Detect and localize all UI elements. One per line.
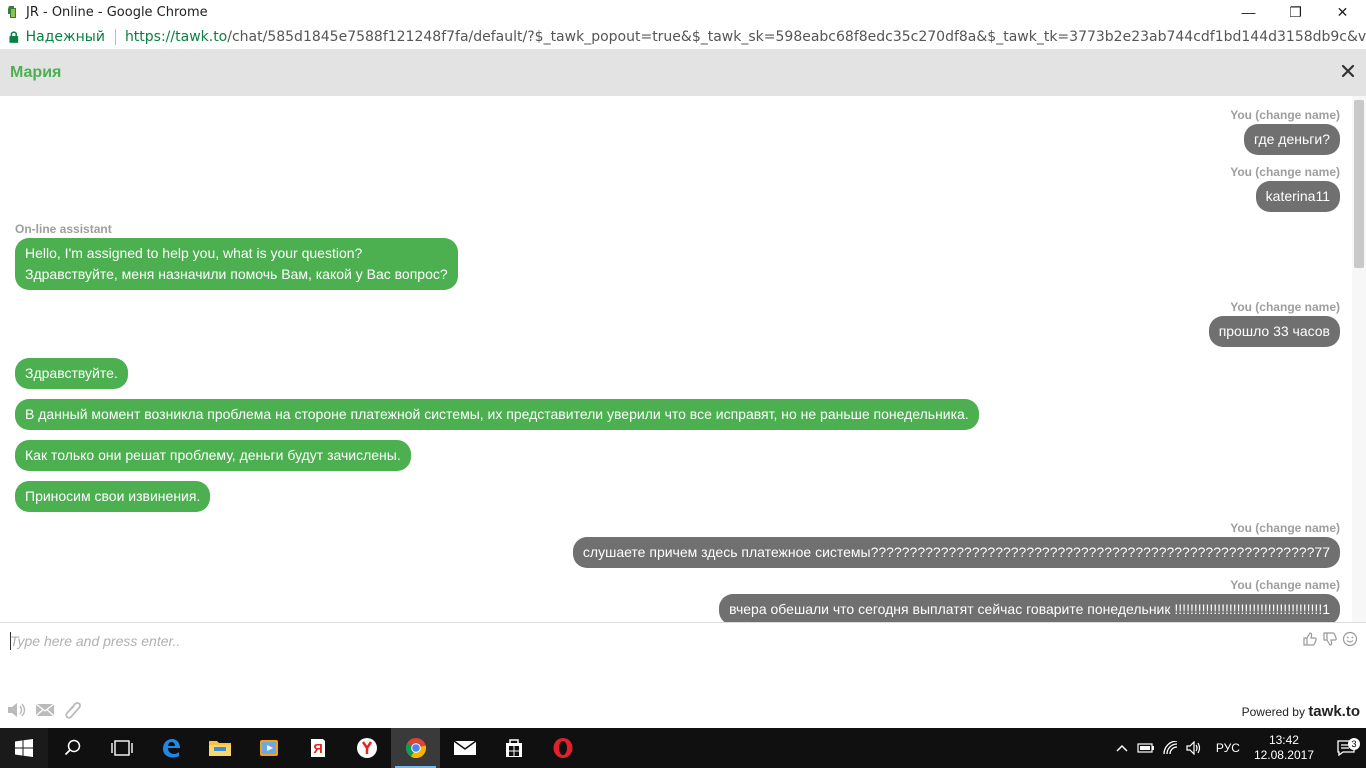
maximize-button[interactable]: ❐	[1272, 0, 1319, 24]
taskbar-edge[interactable]	[146, 728, 195, 768]
taskbar-yandex[interactable]: Я	[293, 728, 342, 768]
message-sender[interactable]: You (change name)	[1230, 108, 1340, 122]
powered-brand: tawk.to	[1308, 703, 1360, 720]
clock[interactable]: 13:42 12.08.2017	[1254, 733, 1314, 763]
clock-time: 13:42	[1268, 733, 1299, 747]
message-agent: Здравствуйте.	[15, 358, 128, 389]
secure-label[interactable]: Надежный	[26, 29, 105, 45]
message-agent: В данный момент возникла проблема на сто…	[15, 399, 979, 430]
message-input-area[interactable]: Type here and press enter.. Powered by t…	[0, 622, 1366, 728]
message-sender[interactable]: You (change name)	[719, 578, 1340, 592]
address-bar[interactable]: Надежный https://tawk.to/chat/585d1845e7…	[0, 24, 1366, 50]
emoji-icon[interactable]	[1342, 631, 1358, 647]
input-language[interactable]: РУС	[1216, 741, 1240, 755]
message-bubble: Hello, I'm assigned to help you, what is…	[15, 238, 458, 290]
task-view-icon	[110, 740, 133, 756]
email-transcript-icon[interactable]	[34, 700, 56, 720]
chat-header: Мария	[0, 50, 1366, 96]
window-controls: — ❐ ✕	[1225, 0, 1366, 24]
window-titlebar: JR - Online - Google Chrome — ❐ ✕	[0, 0, 1366, 24]
url-text[interactable]: https://tawk.to/chat/585d1845e7588f12124…	[125, 29, 1366, 45]
svg-text:Я: Я	[313, 741, 322, 756]
chat-tools	[6, 700, 84, 720]
address-separator	[114, 28, 116, 45]
message-visitor: You (change name) где деньги?	[1230, 108, 1340, 155]
edge-icon	[162, 739, 180, 758]
message-sender[interactable]: You (change name)	[1209, 300, 1340, 314]
store-icon	[505, 739, 522, 757]
taskbar-chrome[interactable]	[391, 728, 440, 768]
message-bubble: katerina11	[1255, 181, 1340, 212]
message-bubble: Здравствуйте.	[15, 358, 128, 389]
message-input[interactable]: Type here and press enter..	[10, 633, 180, 649]
volume-icon[interactable]	[1182, 741, 1206, 755]
message-bubble: где деньги?	[1243, 124, 1340, 155]
message-bubble: Приносим свои извинения.	[15, 481, 211, 512]
powered-by[interactable]: Powered by tawk.to	[1242, 703, 1360, 720]
message-line: Hello, I'm assigned to help you, what is…	[25, 245, 363, 261]
yandex-browser-icon	[356, 738, 377, 758]
message-sender[interactable]: You (change name)	[1230, 165, 1340, 179]
sound-icon[interactable]	[6, 700, 28, 720]
close-chat-icon[interactable]	[1340, 63, 1356, 79]
taskbar-explorer[interactable]	[195, 728, 244, 768]
close-window-button[interactable]: ✕	[1319, 0, 1366, 24]
system-tray: РУС 13:42 12.08.2017 3	[1110, 728, 1366, 768]
taskbar-yandex-browser[interactable]	[342, 728, 391, 768]
message-agent: Как только они решат проблему, деньги бу…	[15, 440, 411, 471]
message-bubble: прошло 33 часов	[1208, 316, 1340, 347]
tray-expand-icon[interactable]	[1110, 744, 1134, 752]
message-visitor: You (change name) вчера обешали что сего…	[719, 578, 1340, 622]
message-line: Здравствуйте, меня назначили помочь Вам,…	[25, 266, 448, 282]
window-title: JR - Online - Google Chrome	[26, 4, 208, 20]
clock-date: 12.08.2017	[1253, 748, 1314, 762]
mail-icon	[453, 740, 476, 755]
message-bubble: слушаете причем здесь платежное системы?…	[572, 537, 1340, 568]
powered-prefix: Powered by	[1241, 705, 1305, 719]
attach-file-icon[interactable]	[62, 700, 84, 720]
yandex-icon: Я	[310, 739, 325, 757]
message-sender[interactable]: You (change name)	[573, 521, 1340, 535]
rating-icons	[1302, 631, 1358, 647]
message-agent: On-line assistant Hello, I'm assigned to…	[15, 222, 458, 290]
chrome-icon	[405, 738, 426, 759]
wifi-icon[interactable]	[1158, 741, 1182, 755]
message-bubble: вчера обешали что сегодня выплатят сейча…	[719, 594, 1340, 622]
message-bubble: В данный момент возникла проблема на сто…	[15, 399, 979, 430]
battery-icon[interactable]	[1134, 743, 1158, 753]
start-button[interactable]	[0, 728, 48, 768]
action-center-button[interactable]: 3	[1326, 738, 1366, 756]
taskbar: Я РУС 13:42 12.08.2017 3	[0, 728, 1366, 768]
notification-count-badge: 3	[1348, 738, 1360, 750]
taskbar-media-player[interactable]	[244, 728, 293, 768]
taskbar-store[interactable]	[489, 728, 538, 768]
windows-logo-icon	[15, 739, 33, 757]
message-agent: Приносим свои извинения.	[15, 481, 211, 512]
thumbs-up-icon[interactable]	[1302, 631, 1318, 647]
taskbar-mail[interactable]	[440, 728, 489, 768]
thumbs-down-icon[interactable]	[1322, 631, 1338, 647]
message-visitor: You (change name) прошло 33 часов	[1208, 300, 1340, 347]
scrollbar-thumb[interactable]	[1354, 100, 1364, 268]
taskbar-opera[interactable]	[538, 728, 587, 768]
folder-icon	[208, 741, 231, 756]
message-list[interactable]: You (change name) где деньги? You (chang…	[0, 96, 1366, 622]
search-icon	[64, 739, 80, 756]
lock-icon	[9, 30, 19, 43]
minimize-button[interactable]: —	[1225, 0, 1272, 24]
message-bubble: Как только они решат проблему, деньги бу…	[15, 440, 411, 471]
opera-icon	[553, 738, 572, 758]
app-icon	[8, 6, 16, 18]
task-view-button[interactable]	[97, 728, 146, 768]
url-base: https://tawk.to	[124, 28, 228, 45]
agent-name: Мария	[10, 64, 62, 81]
taskbar-search[interactable]	[48, 728, 97, 768]
url-rest: /chat/585d1845e7588f121248f7fa/default/?…	[227, 28, 1366, 45]
video-player-icon	[259, 740, 278, 756]
message-sender: On-line assistant	[15, 222, 112, 236]
message-visitor: You (change name) katerina11	[1230, 165, 1340, 212]
message-visitor: You (change name) слушаете причем здесь …	[572, 521, 1340, 568]
